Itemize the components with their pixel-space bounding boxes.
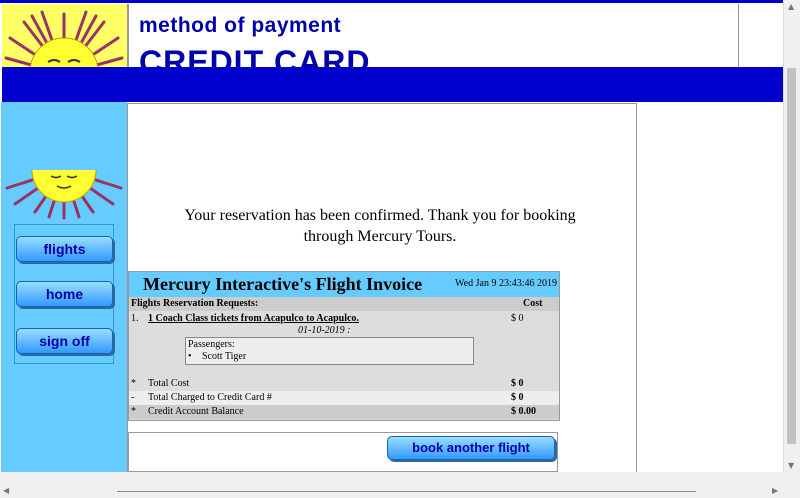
scroll-right-icon[interactable]: ▶ (772, 486, 778, 495)
total-cost-value: $ 0 (511, 378, 524, 389)
account-balance-label: Credit Account Balance (148, 406, 244, 417)
horizontal-scrollbar[interactable] (0, 472, 800, 498)
passenger-name: Scott Tiger (202, 351, 247, 362)
horizontal-scroll-thumb[interactable] (117, 491, 696, 492)
book-another-flight-button[interactable]: book another flight (387, 436, 555, 460)
total-charged-value: $ 0 (511, 392, 524, 403)
scroll-left-icon[interactable]: ◀ (3, 486, 9, 495)
account-balance-row: * Credit Account Balance $ 0.00 (129, 405, 559, 419)
scroll-down-icon[interactable]: ▼ (788, 461, 794, 470)
cost-header: Cost (523, 298, 543, 309)
account-balance-value: $ 0.00 (511, 406, 536, 417)
confirmation-message: Your reservation has been confirmed. Tha… (184, 207, 576, 245)
requests-header: Flights Reservation Requests: (131, 298, 259, 309)
total-charged-row: - Total Charged to Credit Card # $ 0 (129, 391, 559, 405)
home-button[interactable]: home (16, 281, 113, 307)
passengers-label: Passengers: (188, 339, 235, 350)
sign-off-button[interactable]: sign off (16, 328, 113, 354)
total-cost-label: Total Cost (148, 378, 190, 389)
invoice-header: Mercury Interactive's Flight Invoice Wed… (129, 272, 559, 297)
sun-icon (5, 170, 123, 220)
total-charged-label: Total Charged to Credit Card # (148, 392, 272, 403)
passengers-box: Passengers: • Scott Tiger (185, 337, 474, 365)
row-marker: - (131, 392, 135, 403)
banner-title: method of payment (139, 14, 342, 37)
item-description: 1 Coach Class tickets from Acapulco to A… (148, 313, 359, 324)
row-marker: * (131, 406, 136, 417)
sun-logo (2, 4, 128, 68)
row-marker: * (131, 378, 136, 389)
flight-invoice: Mercury Interactive's Flight Invoice Wed… (128, 271, 560, 421)
scroll-up-icon[interactable]: ▲ (788, 2, 794, 11)
invoice-date: Wed Jan 9 23:43:46 2019 (455, 278, 557, 289)
item-cost: $ 0 (511, 313, 524, 324)
vertical-scroll-thumb[interactable] (787, 68, 796, 444)
book-flight-area: book another flight (128, 432, 558, 472)
passenger-bullet: • (188, 351, 192, 362)
total-cost-row: * Total Cost $ 0 (129, 377, 559, 391)
item-date: 01-10-2019 : (298, 325, 351, 336)
flights-button[interactable]: flights (16, 236, 113, 262)
page-banner: method of payment CREDIT CARD (128, 4, 739, 69)
banner-subtitle: CREDIT CARD (139, 44, 371, 69)
header-bar (2, 67, 783, 102)
invoice-title: Mercury Interactive's Flight Invoice (143, 274, 423, 294)
item-number: 1. (131, 313, 139, 324)
requests-header-row: Flights Reservation Requests: Cost (129, 297, 559, 311)
top-accent-line (0, 0, 783, 3)
